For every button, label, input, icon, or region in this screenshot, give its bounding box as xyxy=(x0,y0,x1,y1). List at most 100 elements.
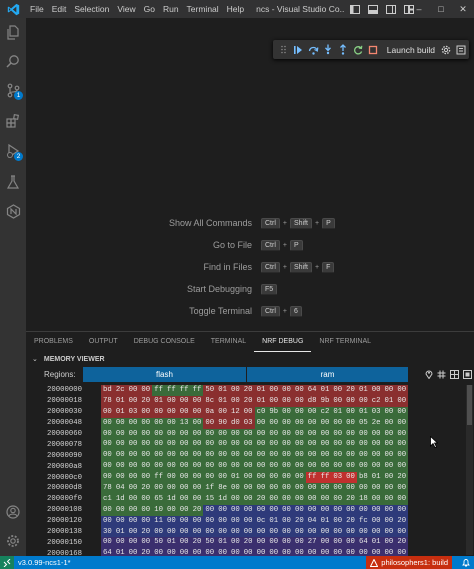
memory-byte[interactable]: 00 xyxy=(254,417,268,429)
memory-byte[interactable]: 00 xyxy=(164,504,178,516)
memory-byte[interactable]: 00 xyxy=(292,439,306,451)
stop-icon[interactable] xyxy=(366,42,381,58)
step-over-icon[interactable] xyxy=(306,42,321,58)
memory-byte[interactable]: 00 xyxy=(101,450,114,462)
memory-byte[interactable]: 01 xyxy=(113,395,127,407)
memory-byte[interactable]: 00 xyxy=(203,526,217,538)
maximize-icon[interactable]: □ xyxy=(430,0,452,18)
memory-byte[interactable]: 00 xyxy=(177,395,191,407)
memory-byte[interactable]: 03 xyxy=(241,417,255,429)
memory-byte[interactable]: 00 xyxy=(344,428,357,440)
memory-byte[interactable]: 01 xyxy=(152,395,165,407)
memory-byte[interactable]: 00 xyxy=(113,472,127,484)
memory-byte[interactable]: 20 xyxy=(190,537,204,549)
memory-byte[interactable]: 00 xyxy=(267,385,281,396)
memory-byte[interactable]: 00 xyxy=(190,461,204,473)
memory-byte[interactable]: 30 xyxy=(101,526,114,538)
memory-byte[interactable]: 00 xyxy=(190,428,204,440)
memory-byte[interactable]: b8 xyxy=(356,472,370,484)
memory-byte[interactable]: 00 xyxy=(292,461,306,473)
memory-byte[interactable]: 01 xyxy=(369,472,383,484)
memory-byte[interactable]: 00 xyxy=(331,417,345,429)
memory-byte[interactable]: 00 xyxy=(382,483,396,494)
memory-byte[interactable]: 00 xyxy=(164,461,178,473)
memory-byte[interactable]: 00 xyxy=(164,428,178,440)
memory-byte[interactable]: 00 xyxy=(280,450,293,462)
memory-byte[interactable]: 00 xyxy=(318,526,332,538)
memory-byte[interactable]: 00 xyxy=(395,439,409,451)
memory-byte[interactable]: 00 xyxy=(331,428,345,440)
memory-byte[interactable]: 1f xyxy=(203,483,217,494)
memory-byte[interactable]: 00 xyxy=(216,428,229,440)
memory-byte[interactable]: 00 xyxy=(292,472,306,484)
chevron-down-icon[interactable]: ⌄ xyxy=(32,355,38,363)
memory-byte[interactable]: 00 xyxy=(152,439,165,451)
collapse-icon[interactable] xyxy=(461,367,474,381)
memory-byte[interactable]: 00 xyxy=(318,428,332,440)
memory-byte[interactable]: 00 xyxy=(126,504,140,516)
ncs-version[interactable]: v3.0.99-ncs1-1* xyxy=(18,558,71,567)
memory-byte[interactable]: 00 xyxy=(280,428,293,440)
memory-byte[interactable]: 00 xyxy=(382,515,396,527)
region-ram-button[interactable]: ram xyxy=(247,366,409,382)
memory-byte[interactable]: 00 xyxy=(177,483,191,494)
memory-byte[interactable]: 27 xyxy=(305,537,319,549)
memory-byte[interactable]: 01 xyxy=(369,537,383,549)
memory-byte[interactable]: 00 xyxy=(369,483,383,494)
memory-byte[interactable]: 00 xyxy=(344,537,357,549)
memory-byte[interactable]: 00 xyxy=(254,472,268,484)
memory-byte[interactable]: 00 xyxy=(356,395,370,407)
memory-byte[interactable]: 00 xyxy=(216,504,229,516)
memory-byte[interactable]: 00 xyxy=(126,537,140,549)
memory-byte[interactable]: 00 xyxy=(101,406,114,418)
memory-byte[interactable]: 00 xyxy=(101,472,114,484)
memory-byte[interactable]: 20 xyxy=(139,526,153,538)
memory-byte[interactable]: 01 xyxy=(216,395,229,407)
memory-byte[interactable]: 78 xyxy=(101,395,114,407)
memory-byte[interactable]: 00 xyxy=(382,493,396,505)
memory-byte[interactable]: 04 xyxy=(305,515,319,527)
memory-byte[interactable]: 20 xyxy=(139,395,153,407)
memory-byte[interactable]: 00 xyxy=(241,483,255,494)
memory-byte[interactable]: 00 xyxy=(292,406,306,418)
memory-byte[interactable]: 00 xyxy=(190,450,204,462)
memory-byte[interactable]: 00 xyxy=(280,385,293,396)
memory-byte[interactable]: 00 xyxy=(228,395,242,407)
memory-byte[interactable]: 01 xyxy=(331,406,345,418)
memory-byte[interactable]: 00 xyxy=(280,526,293,538)
memory-byte[interactable]: 00 xyxy=(305,428,319,440)
memory-byte[interactable]: 00 xyxy=(280,515,293,527)
memory-byte[interactable]: 00 xyxy=(305,406,319,418)
nrf-connect-icon[interactable] xyxy=(0,197,26,225)
memory-byte[interactable]: 00 xyxy=(318,504,332,516)
memory-byte[interactable]: 00 xyxy=(292,504,306,516)
memory-byte[interactable]: 00 xyxy=(356,428,370,440)
memory-byte[interactable]: 00 xyxy=(190,439,204,451)
memory-byte[interactable]: 00 xyxy=(344,504,357,516)
memory-byte[interactable]: 00 xyxy=(216,472,229,484)
memory-byte[interactable]: 00 xyxy=(305,417,319,429)
memory-byte[interactable]: 78 xyxy=(101,483,114,494)
memory-byte[interactable]: 20 xyxy=(139,483,153,494)
memory-byte[interactable]: ff xyxy=(177,385,191,396)
memory-byte[interactable]: 00 xyxy=(164,515,178,527)
memory-byte[interactable]: 00 xyxy=(292,417,306,429)
tab-nrf-debug[interactable]: NRF DEBUG xyxy=(254,332,312,352)
memory-byte[interactable]: 00 xyxy=(228,537,242,549)
memory-byte[interactable]: 00 xyxy=(126,385,140,396)
memory-byte[interactable]: 00 xyxy=(318,537,332,549)
memory-byte[interactable]: 00 xyxy=(395,417,409,429)
memory-byte[interactable]: 0a xyxy=(203,406,217,418)
memory-byte[interactable]: 00 xyxy=(382,537,396,549)
region-flash-button[interactable]: flash xyxy=(83,366,247,382)
memory-byte[interactable]: 00 xyxy=(356,461,370,473)
memory-byte[interactable]: 00 xyxy=(164,439,178,451)
memory-byte[interactable]: 20 xyxy=(190,504,204,516)
memory-byte[interactable]: 00 xyxy=(331,461,345,473)
memory-byte[interactable]: 01 xyxy=(228,472,242,484)
memory-byte[interactable]: 01 xyxy=(216,537,229,549)
memory-byte[interactable]: 00 xyxy=(267,504,281,516)
memory-byte[interactable]: 00 xyxy=(292,493,306,505)
memory-byte[interactable]: 20 xyxy=(254,493,268,505)
menu-edit[interactable]: Edit xyxy=(48,4,71,14)
